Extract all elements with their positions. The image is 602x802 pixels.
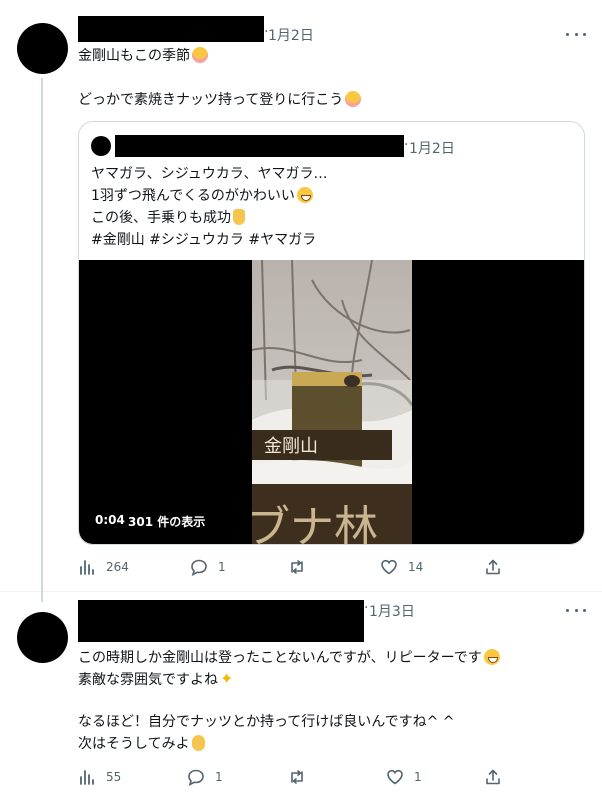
thread-connector xyxy=(41,592,43,602)
retweet-icon xyxy=(291,770,303,784)
quoted-text-line: 1羽ずつ飛んでくるのがかわいい xyxy=(91,186,313,206)
reply-button[interactable]: 1 xyxy=(190,557,226,577)
tweet-text-line: どっかで素焼きナッツ持って登りに行こう xyxy=(78,90,362,110)
video-duration: 0:04 xyxy=(95,513,125,527)
victory-hand-emoji-icon xyxy=(233,209,245,225)
quoted-text-line: ヤマガラ、シジュウカラ、ヤマガラ… xyxy=(91,166,328,182)
tweet-date[interactable]: 1月3日 xyxy=(369,601,415,621)
separator-dot: · xyxy=(364,600,369,616)
quoted-tweet-date: 1月2日 xyxy=(409,141,455,157)
share-icon xyxy=(486,559,500,575)
tweet-text-line: 次はそうしてみよ xyxy=(78,734,205,754)
smiling-face-emoji-icon xyxy=(192,47,208,63)
video-player[interactable]: 金剛山 ブナ林 0:04 301 件の表示 xyxy=(79,260,584,545)
grinning-face-emoji-icon xyxy=(483,649,500,665)
reply-icon xyxy=(191,559,207,576)
views-icon xyxy=(80,770,94,785)
tweet-text-line: 金剛山もこの季節 xyxy=(78,46,208,66)
share-icon xyxy=(486,769,500,785)
svg-text:ブナ林: ブナ林 xyxy=(252,502,378,545)
quoted-tweet-card[interactable]: · 1月2日 ヤマガラ、シジュウカラ、ヤマガラ… 1羽ずつ飛んでくるのがかわいい… xyxy=(78,121,585,545)
tweet-actions: 55 1 1 xyxy=(78,767,508,787)
smiling-face-emoji-icon xyxy=(345,91,362,107)
svg-text:金剛山: 金剛山 xyxy=(264,436,318,457)
share-button[interactable] xyxy=(484,767,502,787)
tweet[interactable]: · 1月3日 この時期しか金剛山は登ったことないんですが、リピーターです 素敵な… xyxy=(0,592,602,802)
reply-button[interactable]: 1 xyxy=(187,767,223,787)
quoted-text-line: この後、手乗りも成功 xyxy=(91,208,245,228)
redacted-user-name[interactable] xyxy=(78,600,364,642)
video-frame-image: 金剛山 ブナ林 xyxy=(252,260,412,545)
avatar[interactable] xyxy=(17,612,68,663)
like-icon xyxy=(387,769,403,785)
tweet[interactable]: · 1月2日 金剛山もこの季節 どっかで素焼きナッツ持って登りに行こう · 1月… xyxy=(0,0,602,592)
ok-hand-emoji-icon xyxy=(191,735,205,751)
more-icon[interactable] xyxy=(566,600,586,620)
retweet-button[interactable] xyxy=(288,557,316,577)
retweet-button[interactable] xyxy=(288,767,316,787)
thread-connector xyxy=(41,78,43,592)
share-button[interactable] xyxy=(484,557,502,577)
tweet-date[interactable]: 1月2日 xyxy=(268,25,314,45)
reply-icon xyxy=(188,769,204,786)
like-button[interactable]: 14 xyxy=(380,557,423,577)
redacted-user-name[interactable] xyxy=(78,16,264,42)
quoted-avatar xyxy=(91,136,111,156)
tweet-text-line: この時期しか金剛山は登ったことないんですが、リピーターです xyxy=(78,648,500,668)
tweet-text-line: 素敵な雰囲気ですよね xyxy=(78,669,236,690)
video-view-count: 301 件の表示 xyxy=(128,515,206,529)
views-icon xyxy=(80,560,94,575)
like-button[interactable]: 1 xyxy=(386,767,422,787)
retweet-icon xyxy=(291,560,303,574)
like-icon xyxy=(381,559,397,575)
quoted-hashtags[interactable]: #金剛山 #シジュウカラ #ヤマガラ xyxy=(91,230,316,250)
tweet-actions: 264 1 14 xyxy=(78,557,508,577)
views-button[interactable]: 55 xyxy=(78,767,121,787)
grinning-face-emoji-icon xyxy=(296,187,313,203)
more-icon[interactable] xyxy=(566,24,586,44)
redacted-quoted-user-name xyxy=(115,135,404,157)
separator-dot: · xyxy=(404,137,409,153)
views-button[interactable]: 264 xyxy=(78,557,129,577)
tweet-text-line: なるほど！自分でナッツとか持って行けば良いんですね^ ^ xyxy=(78,714,455,730)
sparkles-emoji-icon xyxy=(220,669,236,689)
avatar[interactable] xyxy=(17,23,68,74)
